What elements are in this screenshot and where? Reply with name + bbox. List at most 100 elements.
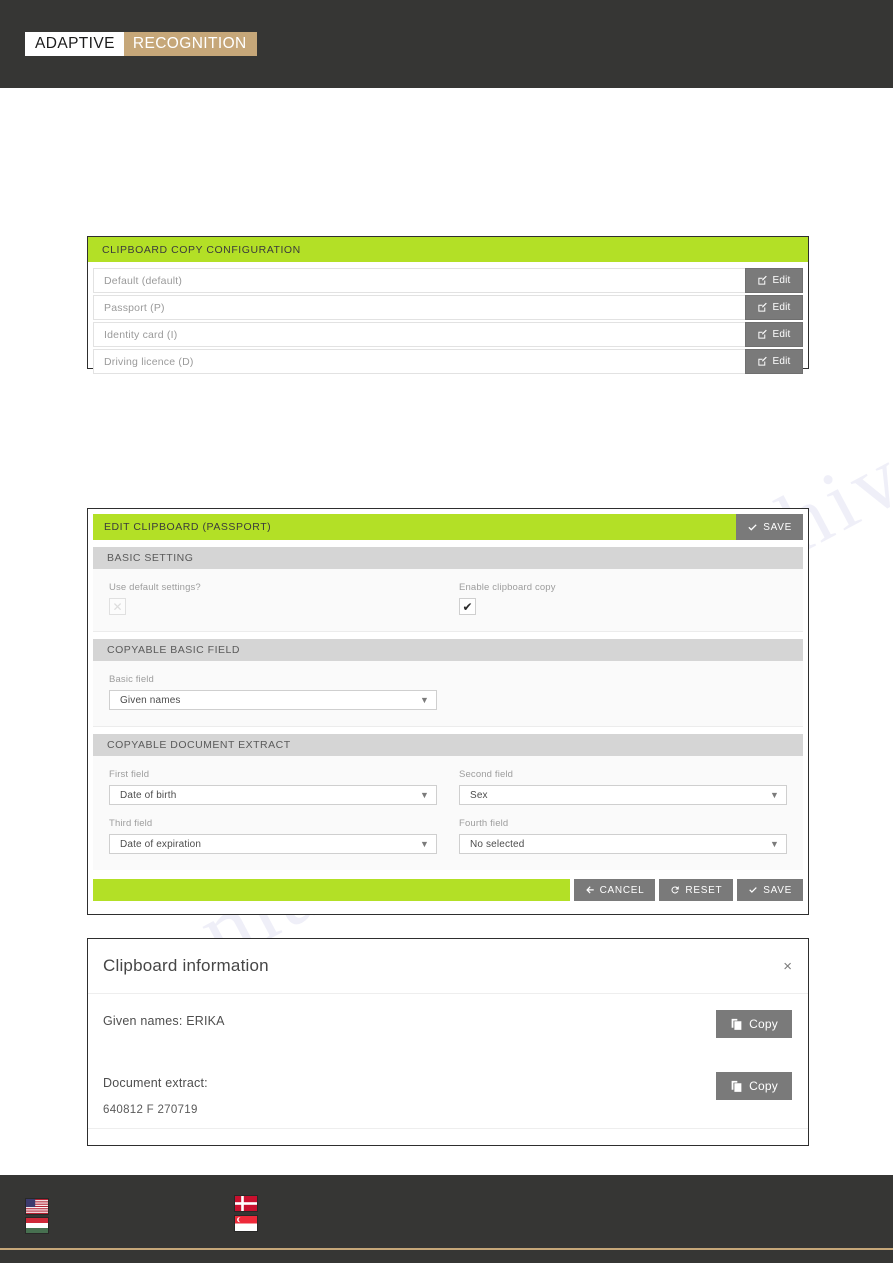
panel-title-clipboard-copy-configuration: CLIPBOARD COPY CONFIGURATION xyxy=(88,237,808,262)
flag-singapore-icon[interactable] xyxy=(235,1216,257,1231)
second-field-select[interactable]: Sex ▼ xyxy=(459,785,787,805)
section-heading-basic-setting: BASIC SETTING xyxy=(93,547,803,569)
use-default-settings-group: Use default settings? ✕ xyxy=(109,582,437,615)
flag-hungary-icon[interactable] xyxy=(26,1218,48,1233)
document-extract-text: Document extract: xyxy=(103,1076,208,1090)
copy-button-label: Copy xyxy=(749,1079,778,1093)
first-field-selected-value: Date of birth xyxy=(120,789,177,801)
document-extract-block: Document extract: 640812 F 270719 xyxy=(103,1072,208,1116)
enable-clipboard-copy-checkbox[interactable]: ✔ xyxy=(459,598,476,615)
row-label: Default (default) xyxy=(104,274,183,287)
save-button-label: SAVE xyxy=(763,884,792,896)
clipboard-copy-configuration-panel: CLIPBOARD COPY CONFIGURATION Default (de… xyxy=(87,236,809,374)
flag-denmark-icon[interactable] xyxy=(235,1196,257,1211)
pencil-square-icon xyxy=(758,329,768,339)
table-row[interactable]: Default (default) Edit xyxy=(93,268,803,293)
enable-clipboard-copy-group: Enable clipboard copy ✔ xyxy=(459,582,787,615)
modal-header: Clipboard information × xyxy=(88,939,808,994)
copyable-document-extract-body: First field Date of birth ▼ Second field… xyxy=(93,756,803,870)
edit-clipboard-panel: EDIT CLIPBOARD (PASSPORT) SAVE BASIC SET… xyxy=(87,508,809,915)
edit-button-identity-card[interactable]: Edit xyxy=(745,322,803,347)
fourth-field-selected-value: No selected xyxy=(470,838,525,850)
clipboard-information-modal: Clipboard information × Given names: ERI… xyxy=(87,938,809,1146)
flag-us-icon[interactable] xyxy=(26,1199,48,1214)
basic-field-label: Basic field xyxy=(109,674,154,685)
section-heading-copyable-document-extract: COPYABLE DOCUMENT EXTRACT xyxy=(93,734,803,756)
modal-title: Clipboard information xyxy=(103,956,269,975)
chevron-down-icon: ▼ xyxy=(419,838,429,849)
pencil-square-icon xyxy=(758,275,768,285)
copy-button-label: Copy xyxy=(749,1017,778,1031)
reset-button-label: RESET xyxy=(685,884,723,896)
chevron-down-icon: ▼ xyxy=(419,694,429,705)
row-label: Passport (P) xyxy=(104,301,165,314)
clipboard-document-extract-row: Document extract: 640812 F 270719 Copy xyxy=(103,1072,792,1116)
third-field-label: Third field xyxy=(109,818,153,829)
document-extract-value: 640812 F 270719 xyxy=(103,1104,198,1116)
modal-footer xyxy=(88,1128,808,1154)
top-header-bar: ADAPTIVE RECOGNITION xyxy=(0,0,893,88)
fourth-field-select[interactable]: No selected ▼ xyxy=(459,834,787,854)
footer-green-fill xyxy=(93,879,570,901)
close-icon[interactable]: × xyxy=(783,959,792,974)
panel-title-edit-clipboard: EDIT CLIPBOARD (PASSPORT) xyxy=(93,514,737,540)
third-field-group: Third field Date of expiration ▼ xyxy=(109,818,437,854)
copyable-basic-field-body: Basic field Given names ▼ xyxy=(93,661,803,727)
edit-button-label: Edit xyxy=(772,329,791,340)
basic-field-spacer xyxy=(459,674,787,710)
arrow-left-icon xyxy=(585,886,594,894)
clipboard-given-names-row: Given names: ERIKA Copy xyxy=(103,1010,792,1038)
first-field-select[interactable]: Date of birth ▼ xyxy=(109,785,437,805)
reset-button[interactable]: RESET xyxy=(659,879,734,901)
fourth-field-group: Fourth field No selected ▼ xyxy=(459,818,787,854)
table-row[interactable]: Passport (P) Edit xyxy=(93,295,803,320)
row-label: Driving licence (D) xyxy=(104,355,194,368)
modal-body: Given names: ERIKA Copy Document extract… xyxy=(88,994,808,1116)
first-field-group: First field Date of birth ▼ xyxy=(109,769,437,805)
use-default-settings-label: Use default settings? xyxy=(109,582,201,593)
third-field-selected-value: Date of expiration xyxy=(120,838,202,850)
edit-button-label: Edit xyxy=(772,356,791,367)
table-row[interactable]: Driving licence (D) Edit xyxy=(93,349,803,374)
copy-button-document-extract[interactable]: Copy xyxy=(716,1072,792,1100)
edit-clipboard-footer: CANCEL RESET SAVE xyxy=(93,879,803,901)
copy-icon xyxy=(731,1080,742,1092)
second-field-group: Second field Sex ▼ xyxy=(459,769,787,805)
edit-button-label: Edit xyxy=(772,275,791,286)
copy-icon xyxy=(731,1018,742,1030)
refresh-icon xyxy=(671,886,680,894)
first-field-label: First field xyxy=(109,769,150,780)
configuration-row-list: Default (default) Edit Passport (P) Edit… xyxy=(88,262,808,379)
second-field-selected-value: Sex xyxy=(470,789,488,801)
given-names-block: Given names: ERIKA xyxy=(103,1010,225,1028)
pencil-square-icon xyxy=(758,356,768,366)
brand-logo-adaptive: ADAPTIVE xyxy=(25,32,124,56)
edit-button-default[interactable]: Edit xyxy=(745,268,803,293)
enable-clipboard-copy-label: Enable clipboard copy xyxy=(459,582,556,593)
check-icon xyxy=(748,523,757,531)
basic-field-select[interactable]: Given names ▼ xyxy=(109,690,437,710)
cancel-button[interactable]: CANCEL xyxy=(573,879,656,901)
check-icon xyxy=(749,887,757,893)
save-button-bottom[interactable]: SAVE xyxy=(737,879,803,901)
edit-button-passport[interactable]: Edit xyxy=(745,295,803,320)
chevron-down-icon: ▼ xyxy=(419,789,429,800)
chevron-down-icon: ▼ xyxy=(769,789,779,800)
basic-field-group: Basic field Given names ▼ xyxy=(109,674,437,710)
brand-logo: ADAPTIVE RECOGNITION xyxy=(25,32,257,56)
table-row[interactable]: Identity card (I) Edit xyxy=(93,322,803,347)
basic-field-selected-value: Given names xyxy=(120,694,181,706)
edit-button-driving-licence[interactable]: Edit xyxy=(745,349,803,374)
brand-logo-recognition: RECOGNITION xyxy=(123,32,257,56)
section-heading-copyable-basic-field: COPYABLE BASIC FIELD xyxy=(93,639,803,661)
copy-button-given-names[interactable]: Copy xyxy=(716,1010,792,1038)
row-label: Identity card (I) xyxy=(104,328,178,341)
cancel-button-label: CANCEL xyxy=(599,884,645,896)
use-default-settings-checkbox[interactable]: ✕ xyxy=(109,598,126,615)
third-field-select[interactable]: Date of expiration ▼ xyxy=(109,834,437,854)
edit-clipboard-header: EDIT CLIPBOARD (PASSPORT) SAVE xyxy=(93,514,803,540)
footer-accent-rule xyxy=(0,1248,893,1250)
basic-setting-body: Use default settings? ✕ Enable clipboard… xyxy=(93,569,803,632)
save-button-top[interactable]: SAVE xyxy=(736,514,803,540)
save-button-label: SAVE xyxy=(763,521,792,533)
